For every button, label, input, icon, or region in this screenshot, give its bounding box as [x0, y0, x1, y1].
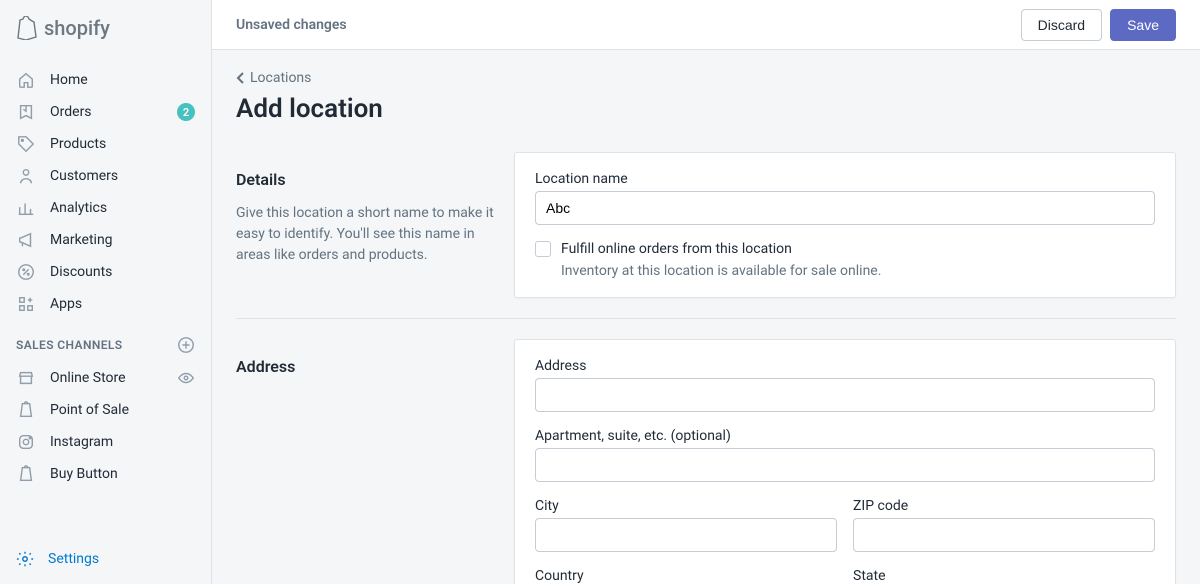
nav-label: Discounts: [50, 264, 112, 280]
nav-orders[interactable]: Orders 2: [0, 96, 211, 128]
brand-logo[interactable]: shopify: [16, 16, 110, 40]
apps-icon: [16, 294, 36, 314]
nav-label: Point of Sale: [50, 402, 129, 418]
fulfill-checkbox-row[interactable]: Fulfill online orders from this location: [535, 241, 1155, 257]
nav-label: Customers: [50, 168, 118, 184]
chevron-left-icon: [236, 72, 246, 84]
fulfill-checkbox[interactable]: [535, 241, 551, 257]
city-input[interactable]: [535, 518, 837, 552]
sidebar-footer: Settings: [0, 540, 211, 584]
nav-products[interactable]: Products: [0, 128, 211, 160]
details-heading: Details: [236, 170, 494, 189]
breadcrumb[interactable]: Locations: [236, 70, 311, 86]
shopify-bag-icon: [16, 16, 38, 40]
location-name-label: Location name: [535, 171, 1155, 187]
analytics-icon: [16, 198, 36, 218]
address-heading: Address: [236, 357, 494, 376]
fulfill-label: Fulfill online orders from this location: [561, 241, 792, 257]
content: Locations Add location Details Give this…: [212, 50, 1200, 584]
section-divider: [236, 318, 1176, 319]
page-title: Add location: [236, 94, 1176, 124]
zip-label: ZIP code: [853, 498, 1155, 514]
section-label: SALES CHANNELS: [16, 338, 123, 352]
nav-label: Instagram: [50, 434, 113, 450]
nav-label: Home: [50, 72, 88, 88]
brand-text: shopify: [44, 16, 110, 40]
sidebar: shopify Home Orders 2 Products Customers: [0, 0, 212, 584]
settings-label: Settings: [48, 551, 99, 567]
main-area: Unsaved changes Discard Save Locations A…: [212, 0, 1200, 584]
address-field: Address: [535, 358, 1155, 412]
apt-label: Apartment, suite, etc. (optional): [535, 428, 1155, 444]
buy-button-icon: [16, 464, 36, 484]
gear-icon: [16, 550, 34, 568]
breadcrumb-label: Locations: [250, 70, 311, 86]
nav-label: Apps: [50, 296, 82, 312]
store-icon: [16, 368, 36, 388]
discount-icon: [16, 262, 36, 282]
location-name-input[interactable]: [535, 191, 1155, 225]
details-section: Details Give this location a short name …: [236, 152, 1176, 298]
nav-point-of-sale[interactable]: Point of Sale: [0, 394, 211, 426]
address-label: Address: [535, 358, 1155, 374]
nav-online-store[interactable]: Online Store: [0, 362, 211, 394]
save-button[interactable]: Save: [1110, 9, 1176, 41]
country-label: Country: [535, 568, 837, 584]
zip-field: ZIP code: [853, 498, 1155, 568]
apt-input[interactable]: [535, 448, 1155, 482]
nav-label: Orders: [50, 104, 92, 120]
details-card: Location name Fulfill online orders from…: [514, 152, 1176, 298]
address-card: Address Apartment, suite, etc. (optional…: [514, 339, 1176, 584]
nav-customers[interactable]: Customers: [0, 160, 211, 192]
country-field: Country: [535, 568, 837, 584]
nav-label: Analytics: [50, 200, 107, 216]
topbar-actions: Discard Save: [1021, 9, 1176, 41]
nav-label: Buy Button: [50, 466, 118, 482]
channels-header: SALES CHANNELS: [0, 320, 211, 362]
address-aside: Address: [236, 339, 494, 584]
orders-badge: 2: [177, 103, 195, 121]
pos-icon: [16, 400, 36, 420]
nav-settings[interactable]: Settings: [16, 550, 195, 568]
city-field: City: [535, 498, 837, 552]
nav-buy-button[interactable]: Buy Button: [0, 458, 211, 490]
state-field: State: [853, 568, 1155, 584]
location-name-field: Location name: [535, 171, 1155, 225]
nav-marketing[interactable]: Marketing: [0, 224, 211, 256]
details-description: Give this location a short name to make …: [236, 203, 494, 266]
discard-button[interactable]: Discard: [1021, 9, 1102, 41]
eye-icon[interactable]: [177, 369, 195, 387]
zip-input[interactable]: [853, 518, 1155, 552]
state-label: State: [853, 568, 1155, 584]
nav-analytics[interactable]: Analytics: [0, 192, 211, 224]
nav-label: Products: [50, 136, 106, 152]
nav-home[interactable]: Home: [0, 64, 211, 96]
details-aside: Details Give this location a short name …: [236, 152, 494, 298]
tag-icon: [16, 134, 36, 154]
logo-area: shopify: [0, 0, 211, 56]
nav-apps[interactable]: Apps: [0, 288, 211, 320]
address-section: Address Address Apartment, suite, etc. (…: [236, 339, 1176, 584]
primary-nav: Home Orders 2 Products Customers Analyti…: [0, 56, 211, 540]
add-channel-icon[interactable]: [177, 336, 195, 354]
nav-label: Online Store: [50, 370, 126, 386]
instagram-icon: [16, 432, 36, 452]
apt-field: Apartment, suite, etc. (optional): [535, 428, 1155, 482]
topbar: Unsaved changes Discard Save: [212, 0, 1200, 50]
fulfill-help: Inventory at this location is available …: [561, 263, 1155, 279]
home-icon: [16, 70, 36, 90]
nav-instagram[interactable]: Instagram: [0, 426, 211, 458]
person-icon: [16, 166, 36, 186]
address-input[interactable]: [535, 378, 1155, 412]
nav-discounts[interactable]: Discounts: [0, 256, 211, 288]
topbar-status: Unsaved changes: [236, 17, 347, 33]
city-label: City: [535, 498, 837, 514]
orders-icon: [16, 102, 36, 122]
megaphone-icon: [16, 230, 36, 250]
nav-label: Marketing: [50, 232, 113, 248]
